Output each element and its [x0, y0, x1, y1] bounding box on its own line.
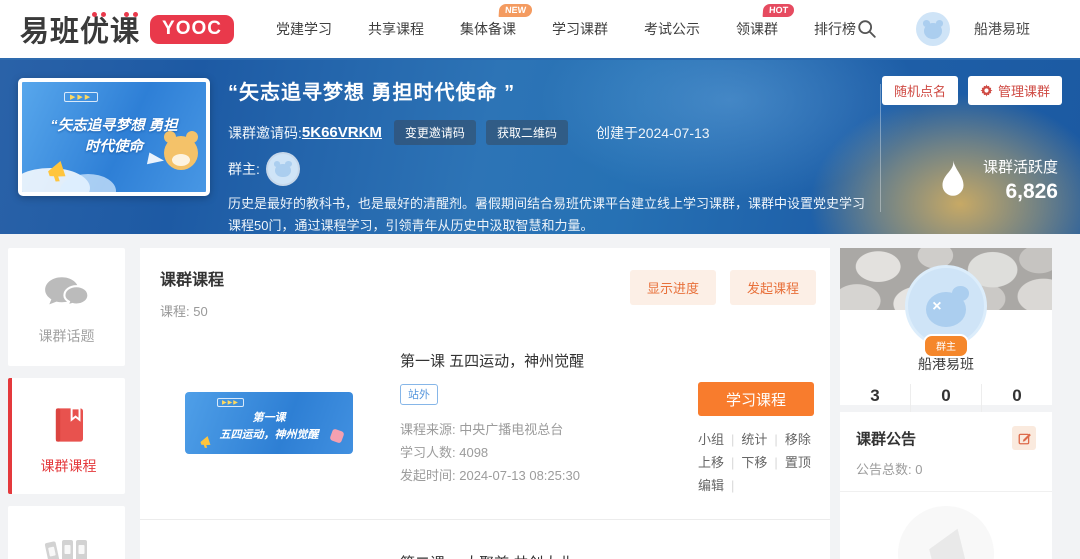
change-invite-code-button[interactable]: 变更邀请码	[394, 120, 476, 145]
invite-row: 课群邀请码: 5K66VRKM 变更邀请码 获取二维码 创建于2024-07-1…	[228, 120, 876, 145]
course-thumbnail[interactable]: 第一课 五四运动，神州觉醒	[185, 392, 353, 454]
course-start-time: 2024-07-13 08:25:30	[459, 468, 580, 483]
nav-item-get-course-group[interactable]: 领课群 HOT	[736, 19, 778, 39]
nav-item-leaderboard[interactable]: 排行榜	[814, 19, 856, 39]
activity-widget: 课群活跃度 6,826	[935, 156, 1058, 204]
sidebar-item-group-courses[interactable]: 课群课程	[8, 378, 125, 494]
course-source: 中央广播电视总台	[459, 422, 563, 437]
divider	[840, 491, 1052, 492]
gear-icon	[980, 84, 993, 97]
logo-badge: YOOC	[150, 15, 234, 44]
sidebar-item-group-files[interactable]	[8, 506, 125, 559]
course-info: 第一课 五四运动，神州觉醒 站外 课程来源: 中央广播电视总台 学习人数: 40…	[400, 350, 584, 487]
empty-announcements-placeholder	[898, 506, 994, 559]
manage-group-button[interactable]: 管理课群	[968, 76, 1062, 105]
logo-text: 易班优课	[20, 8, 140, 50]
remove-link[interactable]: 移除	[785, 432, 811, 447]
arrows-icon	[64, 92, 98, 102]
banner-divider	[880, 84, 881, 212]
course-list-header: 课群课程 课程: 50 显示进度 发起课程	[140, 248, 830, 320]
course-group-description: 历史是最好的教科书，也是最好的清醒剂。暑假期间结合易班优课平台建立线上学习课群，…	[228, 193, 876, 234]
logo-dot	[92, 12, 97, 17]
flame-icon	[935, 158, 971, 202]
top-navbar: 易班优课 YOOC 党建学习 共享课程 集体备课 NEW 学习课群 考试公示 领…	[0, 0, 1080, 60]
course-list-panel: 课群课程 课程: 50 显示进度 发起课程 第一课 五四运动，神州觉醒 第一课 …	[140, 248, 830, 559]
course-learners: 4098	[459, 445, 488, 460]
owner-row: 群主:	[228, 154, 876, 184]
announcement-total: 公告总数: 0	[856, 459, 1036, 478]
logo-dot	[133, 12, 138, 17]
logo-dot	[101, 12, 106, 17]
nav-item-party-building-study[interactable]: 党建学习	[276, 19, 332, 39]
invite-code-value[interactable]: 5K66VRKM	[302, 124, 382, 141]
course-meta: 课程来源: 中央广播电视总台 学习人数: 4098 发起时间: 2024-07-…	[400, 418, 584, 487]
nav-item-shared-courses[interactable]: 共享课程	[368, 19, 424, 39]
course-op-links: 小组统计移除 上移下移置顶 编辑	[698, 428, 816, 497]
arrows-icon	[217, 398, 244, 407]
owner-avatar[interactable]	[268, 154, 298, 184]
offsite-badge: 站外	[400, 384, 438, 405]
new-badge: NEW	[499, 4, 533, 17]
owner-role-badge: 群主	[923, 334, 969, 358]
random-call-button[interactable]: 随机点名	[882, 76, 958, 105]
course-title[interactable]: 第二课 一大聚首 共创大业	[400, 552, 573, 559]
nav-item-exam-publicity[interactable]: 考试公示	[644, 19, 700, 39]
course-group-title: “矢志追寻梦想 勇担时代使命 ”	[228, 76, 876, 105]
sidebar-item-group-topics[interactable]: 课群话题	[8, 248, 125, 366]
hot-badge: HOT	[763, 4, 795, 17]
start-course-button[interactable]: 发起课程	[730, 270, 816, 305]
nav-item-study-course-groups[interactable]: 学习课群	[552, 19, 608, 39]
panel-title: 课群课程	[160, 266, 224, 290]
banner-info: “矢志追寻梦想 勇担时代使命 ” 课群邀请码: 5K66VRKM 变更邀请码 获…	[228, 76, 876, 234]
sidebar-item-label: 课群话题	[8, 326, 125, 346]
chat-bubbles-icon	[42, 275, 92, 315]
owner-profile-avatar[interactable]	[908, 268, 984, 344]
yooc-course-group-page: 易班优课 YOOC 党建学习 共享课程 集体备课 NEW 学习课群 考试公示 领…	[0, 0, 1080, 559]
paper-plane-icon	[147, 152, 165, 167]
edit-announcement-button[interactable]	[1012, 426, 1036, 450]
course-row: 第一课 五四运动，神州觉醒 第一课 五四运动，神州觉醒 站外 课程来源: 中央广…	[140, 330, 830, 520]
course-actions: 学习课程 小组统计移除 上移下移置顶 编辑	[698, 382, 816, 497]
course-group-cover-image: “矢志追寻梦想 勇担 时代使命	[18, 78, 210, 196]
pencil-icon	[1017, 431, 1032, 446]
get-qr-code-button[interactable]: 获取二维码	[486, 120, 568, 145]
course-row: 第二课 一大聚首 共创大业	[140, 530, 830, 559]
move-up-link[interactable]: 上移	[698, 455, 741, 470]
activity-label: 课群活跃度	[983, 156, 1058, 177]
course-group-banner: “矢志追寻梦想 勇担 时代使命 “矢志追寻梦想 勇担时代使命 ” 课群邀请码: …	[0, 60, 1080, 234]
main-navigation: 党建学习 共享课程 集体备课 NEW 学习课群 考试公示 领课群 HOT 排行榜	[276, 19, 856, 39]
user-avatar[interactable]	[916, 12, 950, 46]
owner-label: 群主:	[228, 159, 260, 179]
created-date: 创建于2024-07-13	[596, 123, 710, 143]
stats-link[interactable]: 统计	[741, 432, 784, 447]
navbar-right: 船港易班	[856, 12, 1030, 46]
binders-icon	[41, 533, 93, 559]
invite-code-label: 课群邀请码:	[228, 123, 302, 143]
search-icon[interactable]	[856, 18, 878, 40]
banner-actions: 随机点名 管理课群	[882, 76, 1062, 105]
activity-value: 6,826	[983, 180, 1058, 204]
announcements-title: 课群公告	[856, 428, 916, 449]
username[interactable]: 船港易班	[974, 19, 1030, 39]
study-course-button[interactable]: 学习课程	[698, 382, 814, 416]
nav-item-group-lesson-prep[interactable]: 集体备课 NEW	[460, 19, 516, 39]
pin-top-link[interactable]: 置顶	[785, 455, 811, 470]
book-icon	[48, 404, 90, 446]
edit-link[interactable]: 编辑	[698, 478, 741, 493]
move-down-link[interactable]: 下移	[741, 455, 784, 470]
owner-profile-card: 群主 船港易班 3 课程 0 测评 0 话题	[840, 248, 1052, 405]
bear-mascot-icon	[164, 136, 198, 170]
course-count: 课程: 50	[160, 301, 224, 320]
course-title[interactable]: 第一课 五四运动，神州觉醒	[400, 350, 584, 371]
show-progress-button[interactable]: 显示进度	[630, 270, 716, 305]
yooc-logo[interactable]: 易班优课 YOOC	[20, 8, 234, 50]
megaphone-icon	[915, 524, 977, 559]
logo-dot	[124, 12, 129, 17]
sidebar-item-label: 课群课程	[12, 456, 125, 476]
announcements-card: 课群公告 公告总数: 0	[840, 412, 1052, 559]
group-link[interactable]: 小组	[698, 432, 741, 447]
